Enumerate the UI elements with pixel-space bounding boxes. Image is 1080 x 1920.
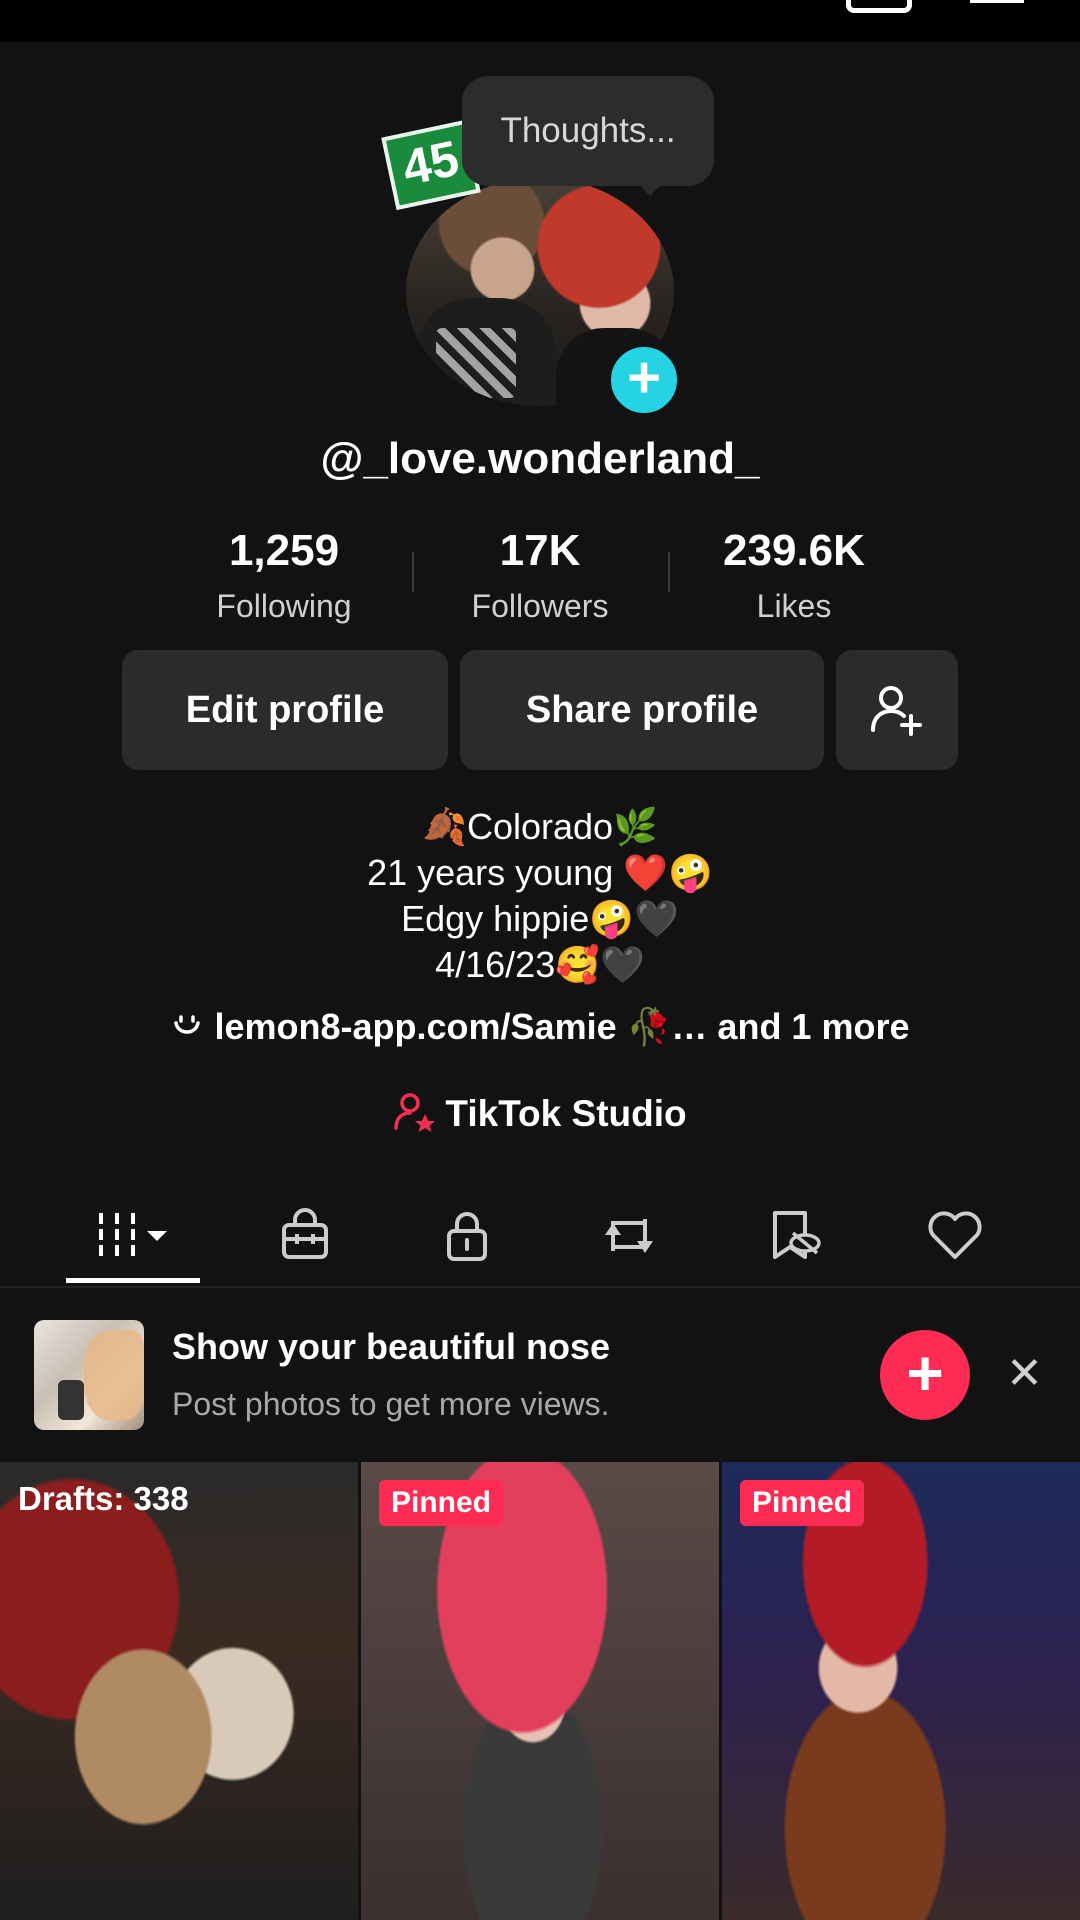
status-bar [0,0,1080,42]
tab-liked[interactable] [910,1200,1000,1270]
lock-icon [447,1212,487,1261]
likes-stat[interactable]: 239.6K Likes [674,526,914,625]
add-user-icon [871,686,922,736]
video-tile[interactable]: Pinned [722,1462,1080,1920]
favorites-hidden-icon [773,1211,821,1259]
thumbnail-detail [84,1330,144,1420]
active-tab-indicator [66,1278,200,1283]
thoughts-bubble-tail [636,182,664,196]
videos-grid-icon [99,1213,167,1257]
share-profile-button[interactable]: Share profile [460,650,824,770]
following-count: 1,259 [228,526,340,575]
tab-private[interactable] [422,1200,512,1270]
likes-label: Likes [756,588,832,624]
prompt-add-button[interactable]: + [880,1330,970,1420]
bio-link-text: lemon8-app.com/Samie 🥀… and 1 more [214,1006,910,1047]
avatar-photo-part [436,328,516,398]
prompt-thumbnail [34,1320,144,1430]
tiktok-studio-link[interactable]: TikTok Studio [0,1090,1080,1135]
username: @_love.wonderland_ [320,434,760,483]
bio-line: 21 years young ❤️🤪 [367,852,713,893]
thoughts-bubble[interactable]: Thoughts... [462,76,714,186]
video-thumbnail [361,1462,719,1920]
tab-reposts[interactable] [584,1200,674,1270]
heart-icon [928,1211,982,1259]
drafts-tile[interactable]: Drafts: 338 [0,1462,358,1920]
prompt-title: Show your beautiful nose [172,1326,611,1367]
likes-count: 239.6K [723,526,865,575]
followers-stat[interactable]: 17K Followers [420,526,660,625]
bio-line: 4/16/23🥰🖤 [435,944,645,985]
close-icon[interactable]: ✕ [1006,1348,1043,1399]
studio-label: TikTok Studio [445,1093,687,1134]
tab-videos[interactable] [88,1200,178,1270]
following-stat[interactable]: 1,259 Following [164,526,404,625]
stat-divider [668,552,670,592]
pinned-badge: Pinned [740,1480,865,1526]
tab-favorites[interactable] [750,1200,840,1270]
drafts-thumbnail [0,1462,358,1920]
drafts-label: Drafts: 338 [18,1480,189,1517]
add-friend-button[interactable] [836,650,958,770]
photo-prompt-card: Show your beautiful nose Post photos to … [0,1290,1080,1460]
add-avatar-button[interactable]: + [606,342,682,418]
thumbnail-detail [58,1380,84,1420]
video-tile[interactable]: Pinned [361,1462,719,1920]
video-thumbnail [722,1462,1080,1920]
repost-icon [605,1219,653,1253]
edit-profile-button[interactable]: Edit profile [122,650,448,770]
status-icon-outline [846,0,912,13]
tab-shop[interactable] [260,1200,350,1270]
followers-count: 17K [499,526,581,575]
bio-line: 🍂Colorado🌿 [422,806,658,847]
menu-icon[interactable] [970,0,1024,3]
pinned-badge: Pinned [379,1480,504,1526]
prompt-subtitle: Post photos to get more views. [172,1386,610,1422]
link-smile-icon [174,1015,201,1034]
profile-tab-bar [0,1190,1080,1288]
stat-divider [412,552,414,592]
bio-link[interactable]: lemon8-app.com/Samie 🥀… and 1 more [0,1006,1080,1048]
following-label: Following [216,588,352,624]
bio-line: Edgy hippie🤪🖤 [401,898,679,939]
studio-icon [394,1093,436,1132]
shop-bag-icon [282,1208,328,1259]
followers-label: Followers [471,588,609,624]
